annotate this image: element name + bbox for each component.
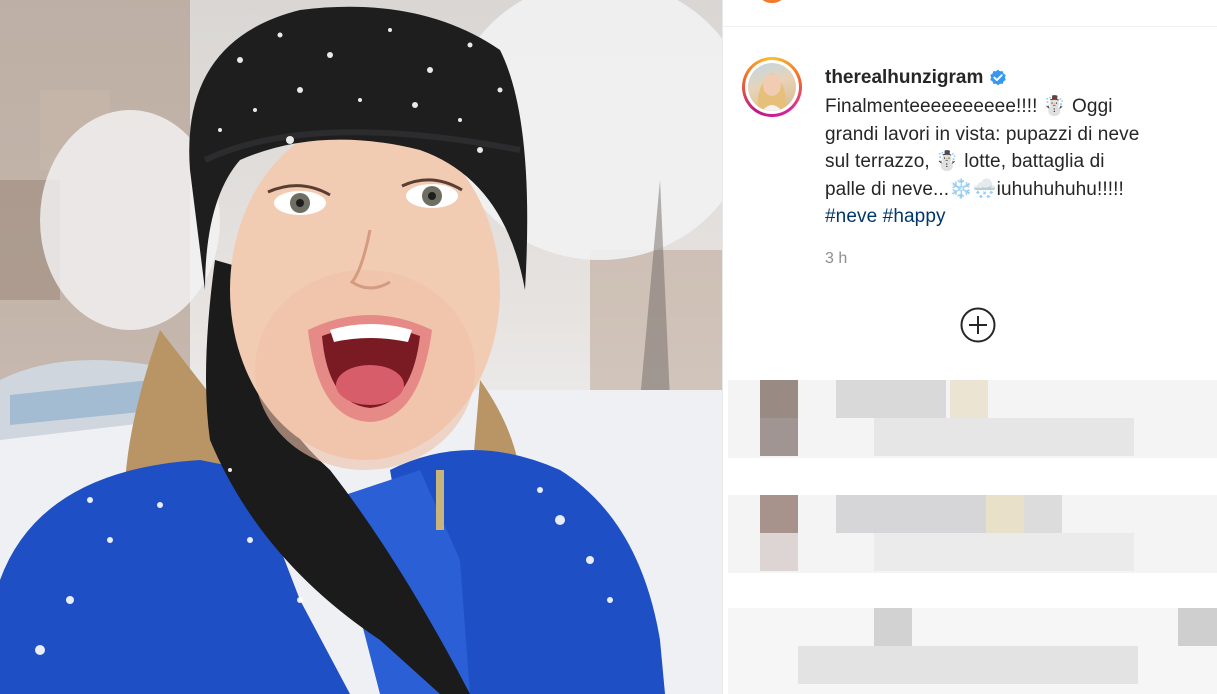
post-timestamp[interactable]: 3 h [825, 250, 847, 268]
post-author: therealhunzigram [825, 67, 1007, 89]
caption-line: grandi lavori in vista: pupazzi di neve [825, 123, 1140, 145]
pixelated-comments [728, 340, 1217, 694]
top-bar [723, 0, 1217, 27]
caption-line: palle di neve...❄️🌨️iuhuhuhuhu!!!!! [825, 178, 1124, 200]
plus-circle-icon[interactable] [960, 307, 996, 343]
verified-badge-icon [990, 69, 1007, 86]
hashtag-link[interactable]: #neve [825, 206, 877, 227]
hashtags: #neve #happy [825, 203, 1205, 231]
hashtag-link[interactable]: #happy [883, 206, 946, 227]
caption-line: Finalmenteeeeeeeeee!!!! ☃️ Oggi [825, 96, 1113, 117]
selfie-illustration [0, 0, 722, 694]
post-photo[interactable] [0, 0, 722, 694]
username-link[interactable]: therealhunzigram [825, 67, 983, 89]
panel-divider [722, 0, 723, 694]
avatar[interactable] [742, 57, 802, 117]
caption-line: sul terrazzo, ☃️ lotte, battaglia di [825, 151, 1105, 172]
post-caption: Finalmenteeeeeeeeee!!!! ☃️ Oggi grandi l… [825, 93, 1205, 231]
avatar-image [748, 63, 796, 111]
